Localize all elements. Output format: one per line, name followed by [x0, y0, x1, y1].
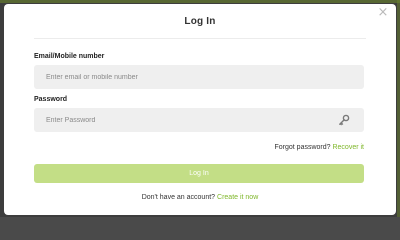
title-divider [34, 38, 366, 39]
create-account-link[interactable]: Create it now [217, 194, 258, 201]
password-input[interactable] [34, 108, 364, 132]
signup-prompt: Don't have an account? [141, 194, 216, 201]
email-input[interactable] [34, 65, 364, 89]
forgot-password-text: Forgot password? [274, 144, 331, 151]
forgot-password-row: Forgot password? Recover it [275, 144, 365, 151]
modal-title: Log In [184, 16, 216, 27]
recover-link[interactable]: Recover it [332, 144, 364, 151]
backdrop-accent-top [0, 0, 400, 3]
password-label: Password [34, 96, 68, 103]
signup-row: Don't have an account? Create it now [4, 194, 396, 201]
login-button[interactable]: Log In [34, 164, 364, 183]
login-modal: × Log In Email/Mobile number Password Fo… [4, 4, 396, 215]
email-label: Email/Mobile number [34, 53, 105, 60]
key-icon[interactable] [338, 114, 350, 126]
